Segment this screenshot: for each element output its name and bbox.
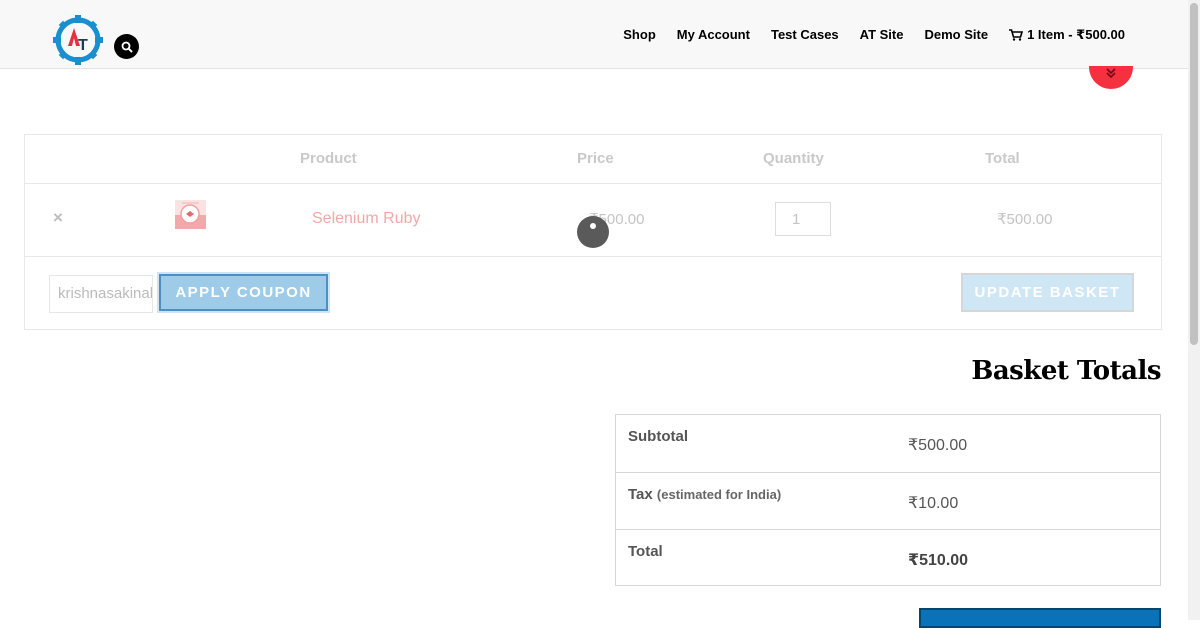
search-button[interactable] [114, 34, 139, 59]
product-name-link[interactable]: Selenium Ruby [312, 210, 421, 228]
product-total: ₹500.00 [997, 211, 1053, 228]
subtotal-value: ₹500.00 [908, 437, 968, 454]
nav-shop[interactable]: Shop [623, 27, 656, 43]
update-basket-button[interactable]: UPDATE BASKET [961, 273, 1134, 312]
quantity-input[interactable]: 1 [775, 202, 831, 236]
apply-coupon-button[interactable]: APPLY COUPON [159, 274, 328, 311]
nav-cart[interactable]: 1 Item - ₹500.00 [1009, 27, 1125, 43]
remove-item-button[interactable]: × [53, 208, 63, 228]
tax-label: Tax [628, 486, 653, 503]
col-price: Price [577, 150, 614, 167]
page-scrollbar[interactable] [1188, 0, 1200, 620]
col-quantity: Quantity [763, 150, 824, 167]
subtotal-label: Subtotal [628, 428, 688, 445]
coupon-code-input[interactable]: krishnasakinala [49, 275, 153, 313]
total-label: Total [628, 543, 663, 560]
scroll-down-button[interactable] [1089, 66, 1133, 89]
site-logo[interactable]: T [52, 14, 104, 66]
col-total: Total [985, 150, 1020, 167]
tax-row: Tax (estimated for India) ₹10.00 [616, 472, 1160, 530]
cart-icon [1009, 29, 1024, 41]
proceed-to-checkout-button[interactable] [919, 608, 1161, 628]
product-thumbnail[interactable] [174, 198, 207, 231]
subtotal-row: Subtotal ₹500.00 [616, 415, 1160, 472]
cart-summary: 1 Item - ₹500.00 [1027, 27, 1125, 42]
basket-totals-title: Basket Totals [971, 356, 1161, 386]
svg-text:T: T [78, 37, 88, 54]
nav-demo-site[interactable]: Demo Site [924, 27, 988, 43]
nav-at-site[interactable]: AT Site [860, 27, 904, 43]
total-row: Total ₹510.00 [616, 529, 1160, 587]
loading-spinner [577, 216, 609, 248]
search-icon [121, 41, 133, 53]
scrollbar-thumb[interactable] [1190, 3, 1198, 345]
double-chevron-down-icon [1106, 68, 1116, 78]
tax-value: ₹10.00 [908, 495, 959, 512]
cart-header-row: Product Price Quantity Total [25, 135, 1161, 184]
spinner-dot [590, 223, 596, 229]
site-header: T Shop My Account Test Cases AT Site Dem… [0, 0, 1188, 69]
col-product: Product [300, 150, 357, 167]
main-nav: Shop My Account Test Cases AT Site Demo … [623, 27, 1125, 43]
tax-label-group: Tax (estimated for India) [628, 486, 781, 503]
nav-test-cases[interactable]: Test Cases [771, 27, 839, 43]
basket-totals-table: Subtotal ₹500.00 Tax (estimated for Indi… [615, 414, 1161, 586]
nav-my-account[interactable]: My Account [677, 27, 750, 43]
tax-note: (estimated for India) [656, 487, 782, 502]
total-value: ₹510.00 [908, 552, 969, 569]
